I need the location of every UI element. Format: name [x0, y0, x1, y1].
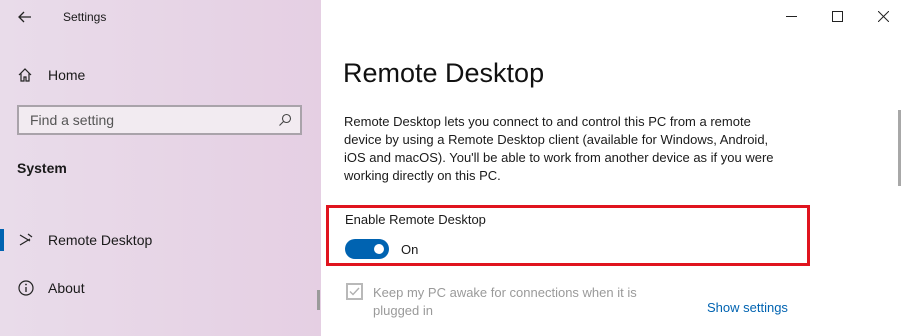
sidebar-item-label: About: [48, 280, 85, 296]
section-title: System: [17, 160, 67, 176]
checkmark-icon: [349, 287, 360, 296]
minimize-button[interactable]: [768, 0, 814, 32]
enable-remote-desktop-toggle[interactable]: [345, 239, 389, 259]
remote-desktop-icon: [17, 231, 35, 249]
show-settings-link[interactable]: Show settings: [707, 300, 788, 315]
maximize-button[interactable]: [814, 0, 860, 32]
search-icon[interactable]: [278, 113, 292, 127]
main-content: Remote Desktop Remote Desktop lets you c…: [321, 0, 906, 336]
toggle-label: Enable Remote Desktop: [345, 212, 486, 227]
search-input[interactable]: [30, 112, 270, 128]
sidebar-item-about[interactable]: About: [0, 273, 321, 303]
home-icon: [18, 68, 32, 82]
sidebar-item-remote-desktop[interactable]: Remote Desktop: [0, 225, 321, 255]
toggle-state-label: On: [401, 242, 419, 257]
keep-awake-checkbox[interactable]: [346, 283, 363, 300]
selection-indicator: [0, 229, 4, 251]
sidebar-scrollbar[interactable]: [317, 290, 320, 310]
window-controls: [768, 0, 906, 32]
nav-home-label: Home: [48, 67, 86, 83]
close-button[interactable]: [860, 0, 906, 32]
sidebar: Settings Home System Remote Desktop: [0, 0, 321, 336]
main-scrollbar[interactable]: [898, 110, 901, 186]
close-icon: [877, 10, 889, 22]
sidebar-item-label: Remote Desktop: [48, 232, 153, 248]
app-title: Settings: [63, 10, 107, 24]
nav-home[interactable]: Home: [17, 64, 85, 86]
minimize-icon: [785, 15, 797, 17]
back-arrow-icon: [18, 11, 31, 23]
description: Remote Desktop lets you connect to and c…: [344, 114, 774, 183]
keep-awake-label: Keep my PC awake for connections when it…: [373, 285, 637, 318]
info-icon: [17, 279, 35, 297]
toggle-knob: [374, 244, 384, 254]
page-title: Remote Desktop: [343, 58, 545, 88]
back-button[interactable]: [13, 6, 37, 28]
maximize-icon: [831, 10, 843, 22]
search-box[interactable]: [17, 105, 302, 135]
